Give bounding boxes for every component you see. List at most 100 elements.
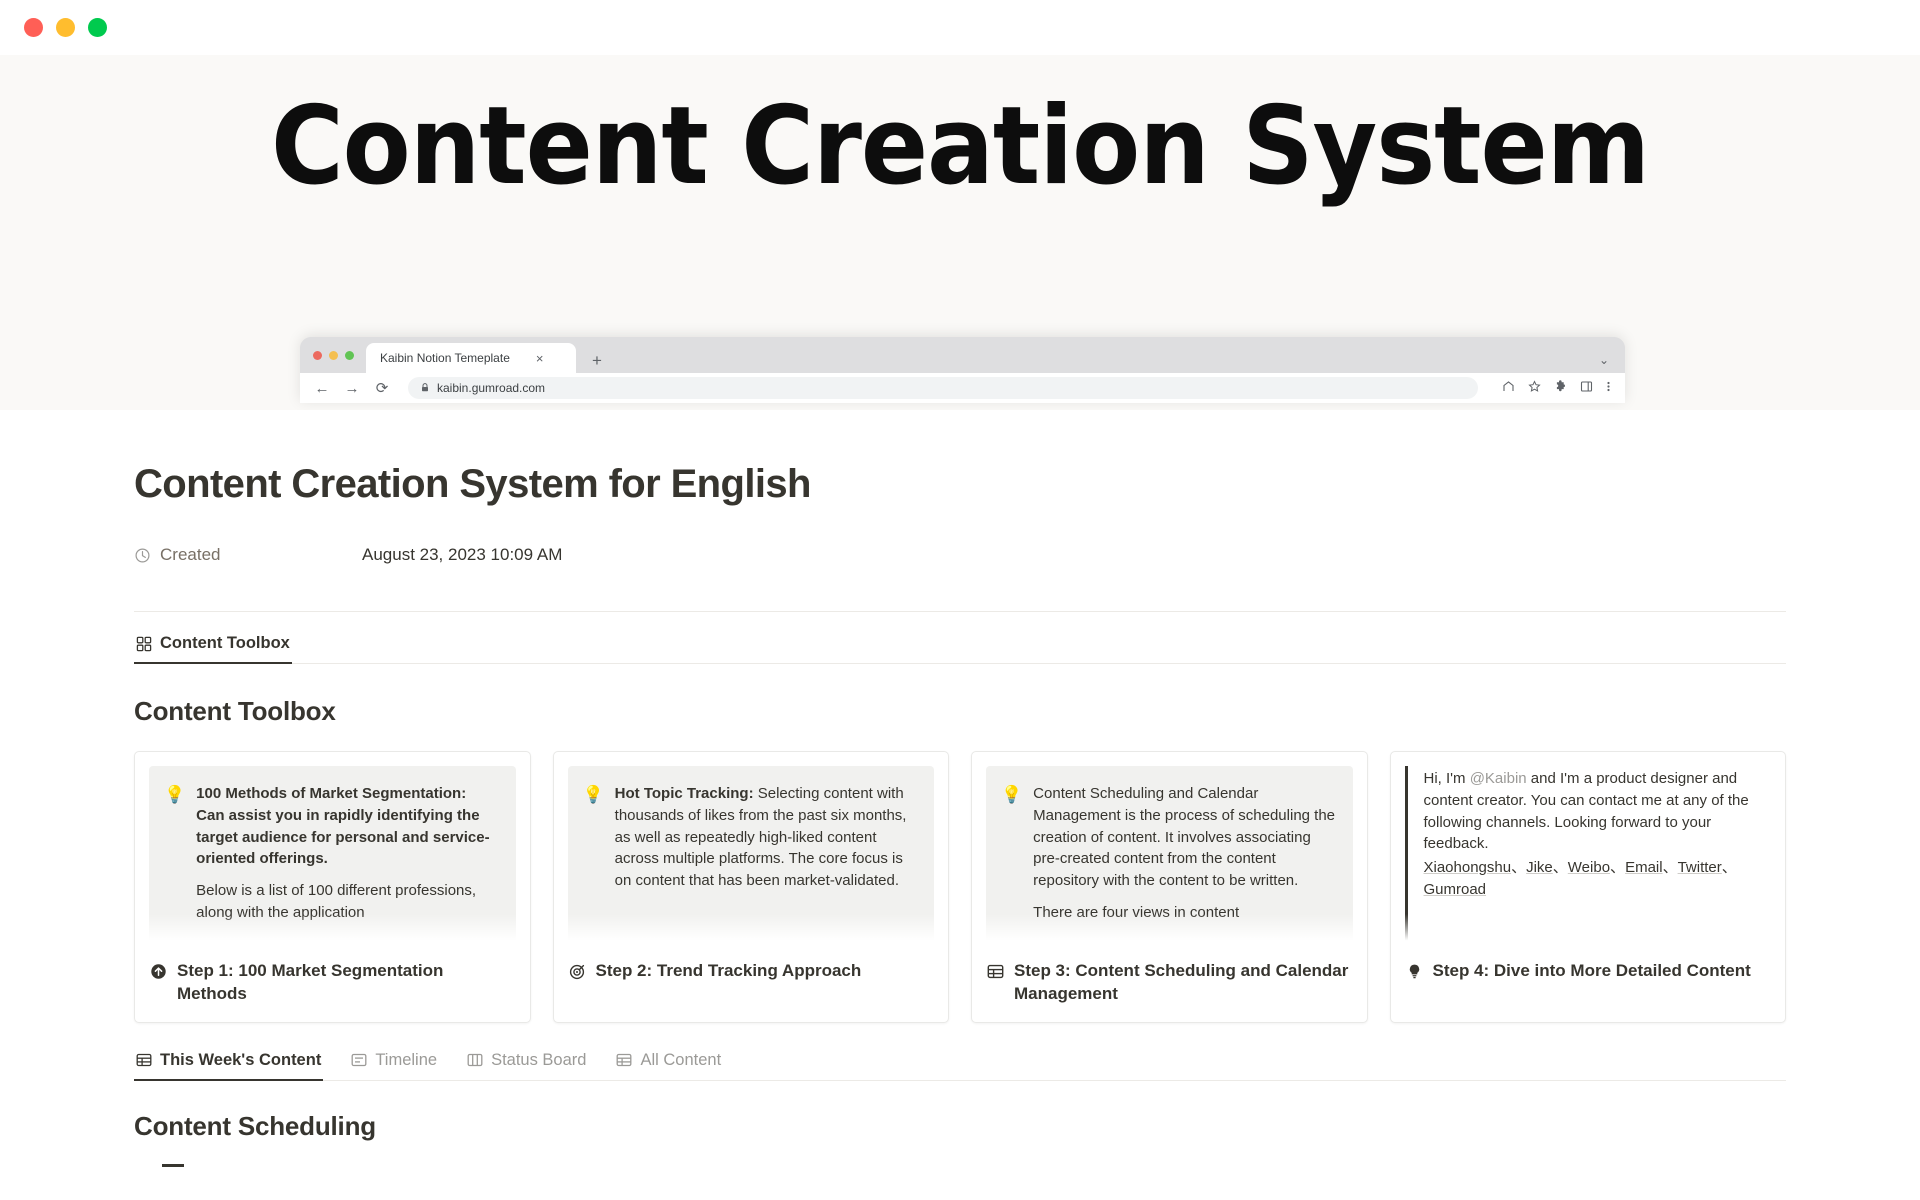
browser-mock-close-dot [313,351,322,360]
tab-label: Content Toolbox [160,634,290,653]
circle-up-arrow-icon [150,963,167,985]
back-arrow-icon: ← [314,381,330,396]
callout-body-text: Below is a list of 100 different profess… [196,880,498,924]
content-scheduling-heading: Content Scheduling [134,1111,1786,1142]
browser-mock-actions [1502,380,1611,396]
hero-banner: Content Creation System Kaibin Notion Te… [0,55,1920,410]
card-preview: Hi, I'm @Kaibin and I'm a product design… [1391,752,1786,948]
link-separator: 、 [1663,859,1678,876]
close-window-button[interactable] [24,18,43,37]
browser-mockup-image: Kaibin Notion Temeplate × + ⌄ ← → ⟳ kaib… [300,337,1625,403]
toolbox-heading: Content Toolbox [134,696,1786,727]
tab-label: Timeline [375,1051,437,1070]
link-separator: 、 [1610,859,1625,876]
board-icon [467,1052,483,1068]
lightbulb-icon [1406,963,1423,985]
browser-mock-tab-title: Kaibin Notion Temeplate [380,351,510,365]
callout-block: 💡 Content Scheduling and Calendar Manage… [986,766,1353,948]
tab-content-toolbox[interactable]: Content Toolbox [134,628,292,664]
page-title: Content Creation System for English [134,410,1786,507]
card-title: Step 4: Dive into More Detailed Content [1433,960,1751,983]
callout-bold-text: 100 Methods of Market Segmentation: Can … [196,785,489,867]
browser-mock-tab: Kaibin Notion Temeplate × [366,343,576,373]
close-icon: × [536,352,544,365]
card-preview: 💡 Content Scheduling and Calendar Manage… [972,752,1367,948]
gallery-card[interactable]: 💡 Hot Topic Tracking: Selecting content … [553,751,950,1023]
forward-arrow-icon: → [344,381,360,396]
toolbox-tabstrip: Content Toolbox [134,628,1786,664]
star-icon [1528,380,1541,396]
card-preview: 💡 Hot Topic Tracking: Selecting content … [554,752,949,948]
share-icon [1502,380,1515,396]
property-label: Created [134,545,362,565]
tab-label: All Content [640,1051,721,1070]
content-tabstrip: This Week's Content Timeline Status Boar… [134,1045,1786,1081]
section-divider [134,611,1786,612]
link-gumroad[interactable]: Gumroad [1424,881,1487,898]
browser-mock-url: kaibin.gumroad.com [437,381,545,395]
content-placeholder-dash [162,1164,184,1167]
card-preview: 💡 100 Methods of Market Segmentation: Ca… [135,752,530,948]
reload-icon: ⟳ [374,381,390,396]
callout-block: 💡 100 Methods of Market Segmentation: Ca… [149,766,516,948]
gallery-card[interactable]: Hi, I'm @Kaibin and I'm a product design… [1390,751,1787,1023]
tab-this-weeks-content[interactable]: This Week's Content [134,1045,323,1081]
tab-label: This Week's Content [160,1051,321,1070]
more-menu-icon [1606,380,1611,396]
target-icon [569,963,586,985]
gallery-card[interactable]: 💡 100 Methods of Market Segmentation: Ca… [134,751,531,1023]
link-xiaohongshu[interactable]: Xiaohongshu [1424,859,1512,876]
lightbulb-icon: 💡 [1001,783,1022,931]
quote-intro-before: Hi, I'm [1424,770,1470,787]
table-icon [136,1052,152,1068]
card-title: Step 3: Content Scheduling and Calendar … [1014,960,1352,1006]
link-jike[interactable]: Jike [1526,859,1553,876]
maximize-window-button[interactable] [88,18,107,37]
hero-title: Content Creation System [0,55,1920,201]
link-weibo[interactable]: Weibo [1568,859,1610,876]
property-value-created: August 23, 2023 10:09 AM [362,545,562,565]
link-separator: 、 [1553,859,1568,876]
clock-icon [134,547,151,564]
chevron-down-icon: ⌄ [1599,354,1609,366]
callout-text: Hot Topic Tracking: Selecting content wi… [615,783,917,931]
tab-all-content[interactable]: All Content [614,1045,723,1081]
link-email[interactable]: Email [1625,859,1663,876]
callout-text: 100 Methods of Market Segmentation: Can … [196,783,498,931]
tab-timeline[interactable]: Timeline [349,1045,439,1081]
sidepanel-icon [1580,380,1593,396]
quote-block: Hi, I'm @Kaibin and I'm a product design… [1405,766,1772,948]
extensions-icon [1554,380,1567,396]
gallery-card[interactable]: 💡 Content Scheduling and Calendar Manage… [971,751,1368,1023]
lightbulb-icon: 💡 [164,783,185,931]
timeline-icon [351,1052,367,1068]
browser-mock-maximize-dot [345,351,354,360]
table-icon [616,1052,632,1068]
card-footer: Step 3: Content Scheduling and Calendar … [972,948,1367,1022]
tab-status-board[interactable]: Status Board [465,1045,588,1081]
lock-icon [421,383,429,394]
card-footer: Step 2: Trend Tracking Approach [554,948,949,1001]
browser-mock-urlbar: ← → ⟳ kaibin.gumroad.com [300,373,1625,403]
card-title: Step 2: Trend Tracking Approach [596,960,862,983]
quote-text: Hi, I'm @Kaibin and I'm a product design… [1424,768,1762,901]
link-separator: 、 [1511,859,1526,876]
property-row-created[interactable]: Created August 23, 2023 10:09 AM [134,542,1786,568]
plus-icon: + [592,352,602,369]
callout-text: Content Scheduling and Calendar Manageme… [1033,783,1335,931]
link-twitter[interactable]: Twitter [1678,859,1722,876]
minimize-window-button[interactable] [56,18,75,37]
gallery-icon [136,636,152,652]
card-footer: Step 4: Dive into More Detailed Content [1391,948,1786,1001]
card-footer: Step 1: 100 Market Segmentation Methods [135,948,530,1022]
browser-mock-tabbar: Kaibin Notion Temeplate × + ⌄ [300,337,1625,373]
browser-mock-minimize-dot [329,351,338,360]
tab-label: Status Board [491,1051,586,1070]
callout-body-text-2: There are four views in content [1033,902,1335,924]
page-body: Content Creation System for English Crea… [0,410,1920,1167]
toolbox-gallery: 💡 100 Methods of Market Segmentation: Ca… [134,751,1786,1023]
lightbulb-icon: 💡 [583,783,604,931]
card-title: Step 1: 100 Market Segmentation Methods [177,960,515,1006]
link-separator: 、 [1722,859,1737,876]
user-mention[interactable]: @Kaibin [1470,770,1527,787]
